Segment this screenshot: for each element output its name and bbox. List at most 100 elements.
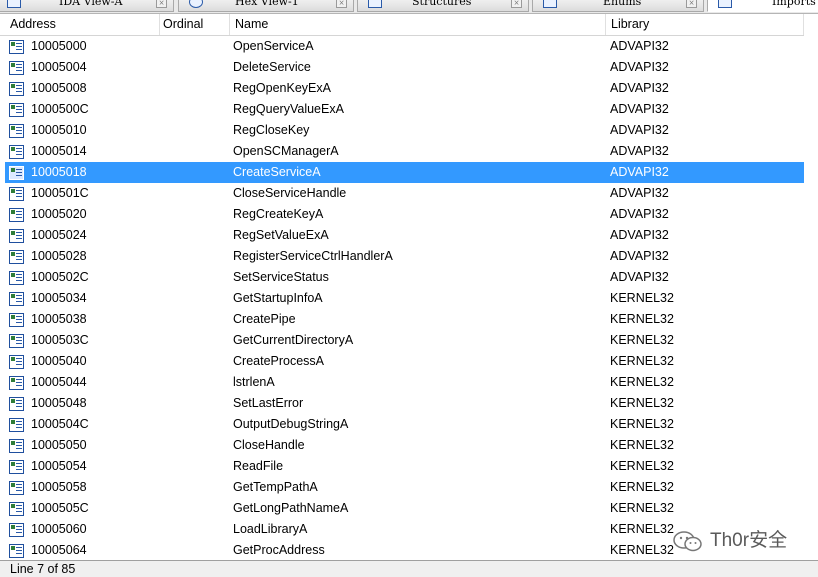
cell-address: 10005020: [31, 207, 87, 221]
table-row[interactable]: 10005034 GetStartupInfoA KERNEL32: [5, 288, 804, 309]
import-entry-icon: [9, 502, 24, 516]
import-entry-icon: [9, 187, 24, 201]
import-entry-icon: [9, 250, 24, 264]
cell-name: CloseServiceHandle: [233, 186, 347, 200]
cell-library: ADVAPI32: [610, 186, 669, 200]
cell-address: 1000501C: [31, 186, 89, 200]
tab-ida-view-a[interactable]: IDA View-A ×: [0, 0, 174, 12]
enums-icon: [543, 0, 557, 8]
table-row[interactable]: 10005048 SetLastError KERNEL32: [5, 393, 804, 414]
cell-address: 1000505C: [31, 501, 89, 515]
cell-name: RegQueryValueExA: [233, 102, 344, 116]
cell-library: ADVAPI32: [610, 81, 669, 95]
cell-name: OpenServiceA: [233, 39, 314, 53]
tab-label: Structures: [412, 0, 472, 8]
cell-library: ADVAPI32: [610, 207, 669, 221]
status-text: Line 7 of 85: [10, 562, 76, 576]
cell-library: ADVAPI32: [610, 270, 669, 284]
cell-library: KERNEL32: [610, 480, 674, 494]
tab-enums[interactable]: Enums ×: [532, 0, 704, 12]
table-row[interactable]: 10005014 OpenSCManagerA ADVAPI32: [5, 141, 804, 162]
cell-library: KERNEL32: [610, 333, 674, 347]
import-entry-icon: [9, 229, 24, 243]
import-entry-icon: [9, 376, 24, 390]
hex-view-icon: [189, 0, 203, 8]
close-icon[interactable]: ×: [156, 0, 167, 8]
cell-name: RegSetValueExA: [233, 228, 329, 242]
import-entry-icon: [9, 271, 24, 285]
table-row[interactable]: 10005054 ReadFile KERNEL32: [5, 456, 804, 477]
cell-address: 10005018: [31, 165, 87, 179]
table-row[interactable]: 10005044 lstrlenA KERNEL32: [5, 372, 804, 393]
table-row[interactable]: 1000503C GetCurrentDirectoryA KERNEL32: [5, 330, 804, 351]
column-header-library[interactable]: Library: [606, 14, 804, 35]
cell-address: 10005000: [31, 39, 87, 53]
import-entry-icon: [9, 292, 24, 306]
cell-address: 10005028: [31, 249, 87, 263]
close-icon[interactable]: ×: [686, 0, 697, 8]
table-row[interactable]: 10005050 CloseHandle KERNEL32: [5, 435, 804, 456]
table-row[interactable]: 1000504C OutputDebugStringA KERNEL32: [5, 414, 804, 435]
column-header-address[interactable]: Address: [0, 14, 160, 35]
close-icon[interactable]: ×: [511, 0, 522, 8]
cell-library: ADVAPI32: [610, 228, 669, 242]
table-row[interactable]: 10005038 CreatePipe KERNEL32: [5, 309, 804, 330]
table-row[interactable]: 1000502C SetServiceStatus ADVAPI32: [5, 267, 804, 288]
import-entry-icon: [9, 460, 24, 474]
table-row[interactable]: 1000500C RegQueryValueExA ADVAPI32: [5, 99, 804, 120]
cell-address: 10005038: [31, 312, 87, 326]
tab-imports[interactable]: Imports: [707, 0, 818, 12]
ida-view-icon: [7, 0, 21, 8]
table-row[interactable]: 10005000 OpenServiceA ADVAPI32: [5, 36, 804, 57]
import-entry-icon: [9, 40, 24, 54]
table-row[interactable]: 10005010 RegCloseKey ADVAPI32: [5, 120, 804, 141]
import-entry-icon: [9, 145, 24, 159]
import-entry-icon: [9, 61, 24, 75]
cell-address: 10005010: [31, 123, 87, 137]
import-entry-icon: [9, 334, 24, 348]
cell-address: 10005060: [31, 522, 87, 536]
import-entry-icon: [9, 124, 24, 138]
cell-name: CreateProcessA: [233, 354, 325, 368]
cell-library: KERNEL32: [610, 459, 674, 473]
cell-address: 1000503C: [31, 333, 89, 347]
table-header: Address Ordinal Name Library: [0, 14, 804, 36]
import-entry-icon: [9, 208, 24, 222]
cell-library: KERNEL32: [610, 522, 674, 536]
table-row[interactable]: 1000505C GetLongPathNameA KERNEL32: [5, 498, 804, 519]
table-row[interactable]: 10005028 RegisterServiceCtrlHandlerA ADVAP…: [5, 246, 804, 267]
cell-library: KERNEL32: [610, 543, 674, 557]
wechat-logo-icon: [673, 531, 702, 552]
cell-library: KERNEL32: [610, 291, 674, 305]
cell-name: RegOpenKeyExA: [233, 81, 331, 95]
table-row[interactable]: 10005008 RegOpenKeyExA ADVAPI32: [5, 78, 804, 99]
column-header-ordinal[interactable]: Ordinal: [160, 14, 230, 35]
cell-library: ADVAPI32: [610, 249, 669, 263]
close-icon[interactable]: ×: [336, 0, 347, 8]
table-row[interactable]: 10005040 CreateProcessA KERNEL32: [5, 351, 804, 372]
import-entry-icon: [9, 82, 24, 96]
table-row[interactable]: 10005024 RegSetValueExA ADVAPI32: [5, 225, 804, 246]
table-row[interactable]: 10005018 CreateServiceA ADVAPI32: [5, 162, 804, 183]
cell-address: 10005024: [31, 228, 87, 242]
cell-library: ADVAPI32: [610, 123, 669, 137]
table-row[interactable]: 10005020 RegCreateKeyA ADVAPI32: [5, 204, 804, 225]
cell-name: GetProcAddress: [233, 543, 325, 557]
table-row[interactable]: 10005058 GetTempPathA KERNEL32: [5, 477, 804, 498]
status-bar: Line 7 of 85: [0, 560, 818, 577]
table-row[interactable]: 10005004 DeleteService ADVAPI32: [5, 57, 804, 78]
cell-library: ADVAPI32: [610, 102, 669, 116]
tab-label: Imports: [772, 0, 816, 8]
imports-table: Address Ordinal Name Library 10005000 Ope…: [0, 14, 818, 560]
cell-library: KERNEL32: [610, 312, 674, 326]
cell-library: ADVAPI32: [610, 144, 669, 158]
import-entry-icon: [9, 523, 24, 537]
import-entry-icon: [9, 166, 24, 180]
column-header-name[interactable]: Name: [230, 14, 606, 35]
scrollbar-area: [804, 14, 818, 560]
cell-name: OutputDebugStringA: [233, 417, 349, 431]
table-row[interactable]: 1000501C CloseServiceHandle ADVAPI32: [5, 183, 804, 204]
tab-hex-view-1[interactable]: Hex View-1 ×: [178, 0, 354, 12]
cell-address: 1000502C: [31, 270, 89, 284]
tab-structures[interactable]: Structures ×: [357, 0, 529, 12]
